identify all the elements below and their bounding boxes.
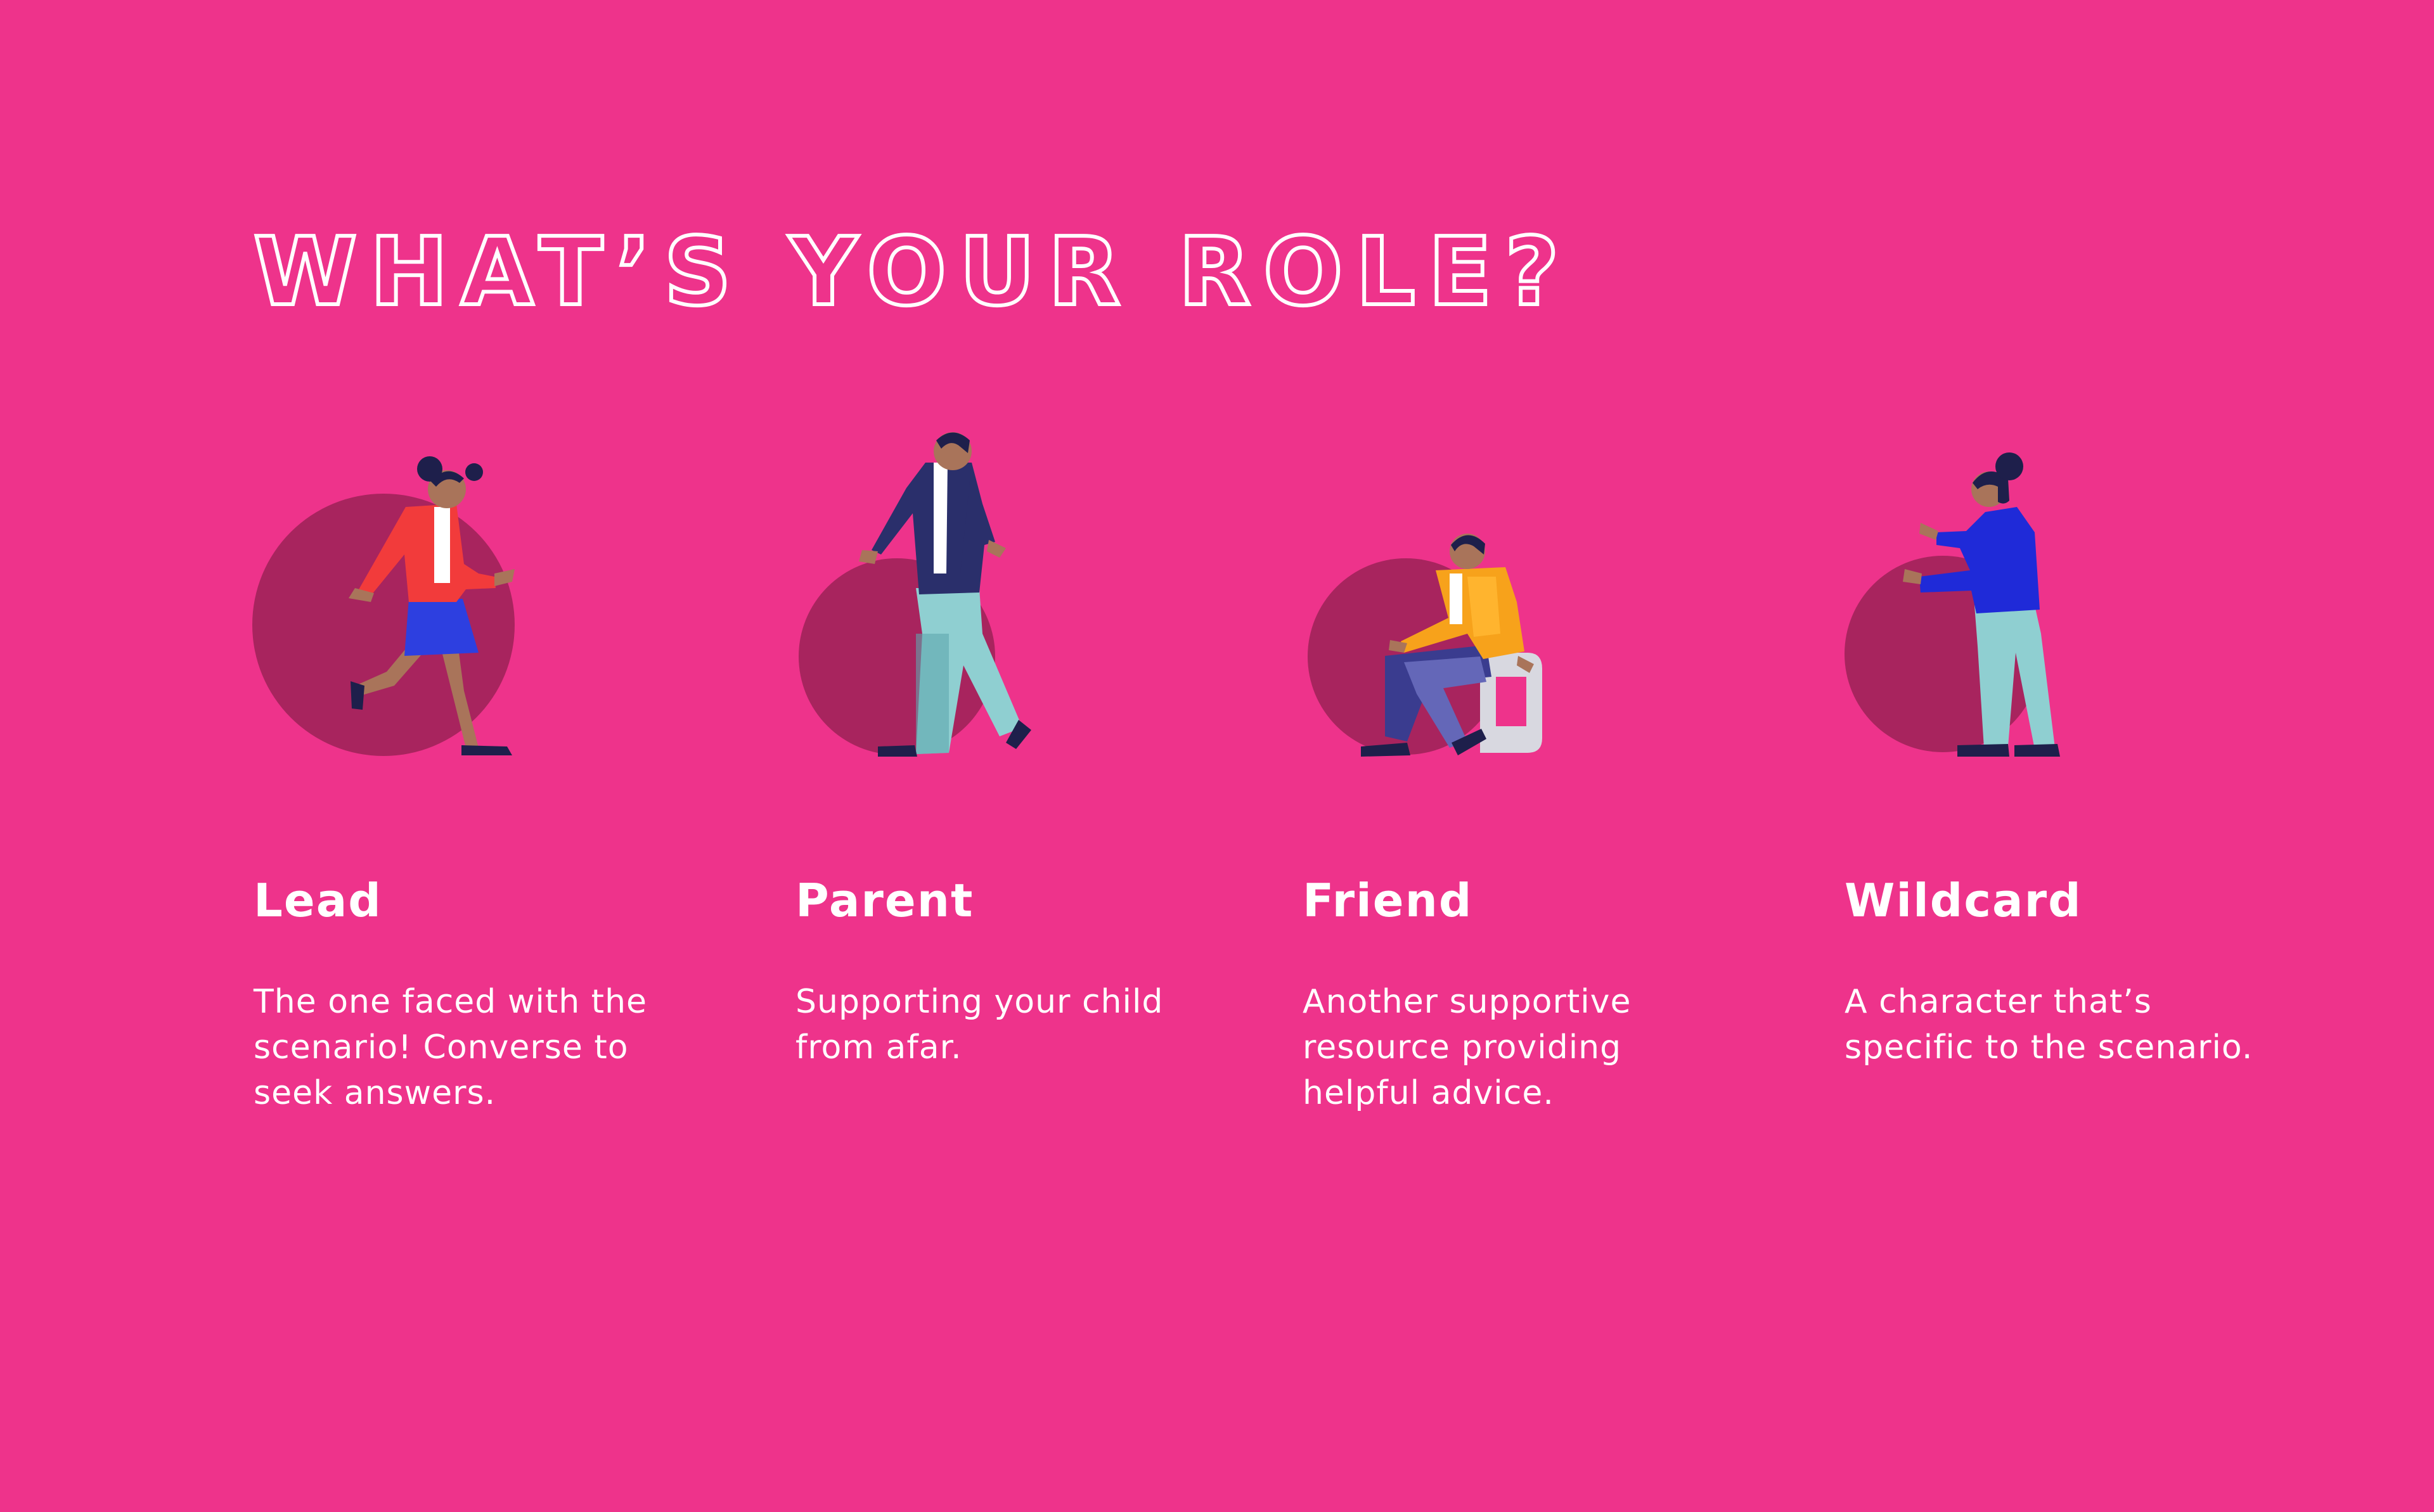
role-description: A character that’s specific to the scena… xyxy=(1845,983,2253,1067)
standing-woman-illustration xyxy=(1845,452,2060,757)
role-card-parent: Parent Supporting your child from afar. xyxy=(795,0,1277,1512)
seated-man-illustration xyxy=(1308,534,1542,757)
role-name: Wildcard xyxy=(1845,874,2082,927)
role-card-wildcard: Wildcard A character that’s specific to … xyxy=(1845,0,2326,1512)
running-woman-illustration xyxy=(252,456,515,756)
role-description: Another supportive resource providing he… xyxy=(1303,983,1632,1112)
role-card-friend: Friend Another supportive resource provi… xyxy=(1303,0,1784,1512)
role-description: The one faced with the scenario! Convers… xyxy=(254,983,648,1112)
role-description: Supporting your child from afar. xyxy=(795,983,1164,1067)
role-name: Parent xyxy=(795,874,974,927)
walking-man-illustration xyxy=(799,432,1031,757)
role-name: Friend xyxy=(1303,874,1473,927)
role-card-lead: Lead The one faced with the scenario! Co… xyxy=(252,0,735,1512)
role-name: Lead xyxy=(254,874,382,927)
backdrop-circle xyxy=(252,494,515,756)
